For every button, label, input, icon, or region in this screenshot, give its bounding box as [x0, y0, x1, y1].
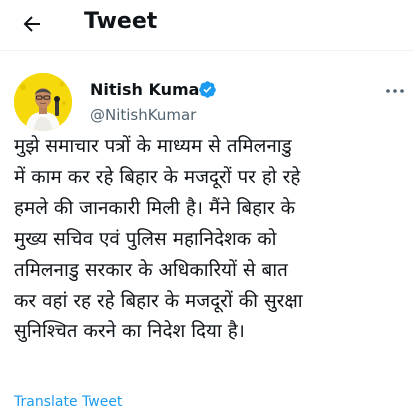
more-options-icon[interactable]: [384, 81, 406, 101]
avatar-image: [14, 73, 72, 131]
header-divider: [0, 50, 414, 51]
tweet-detail-page: Tweet Nitish Kumar @NitishKumar मुझे समा…: [0, 0, 414, 419]
translate-tweet-link[interactable]: Translate Tweet: [14, 394, 122, 410]
author-name[interactable]: Nitish Kumar: [90, 80, 207, 99]
author-handle[interactable]: @NitishKumar: [90, 106, 196, 124]
top-bar: Tweet: [0, 0, 414, 50]
author-avatar[interactable]: [14, 73, 72, 131]
back-arrow-icon[interactable]: [20, 12, 44, 36]
page-title: Tweet: [84, 9, 158, 34]
verified-badge-icon: [199, 81, 216, 98]
tweet-text: मुझे समाचार पत्रों के माध्यम से तमिलनाडु…: [14, 136, 303, 343]
